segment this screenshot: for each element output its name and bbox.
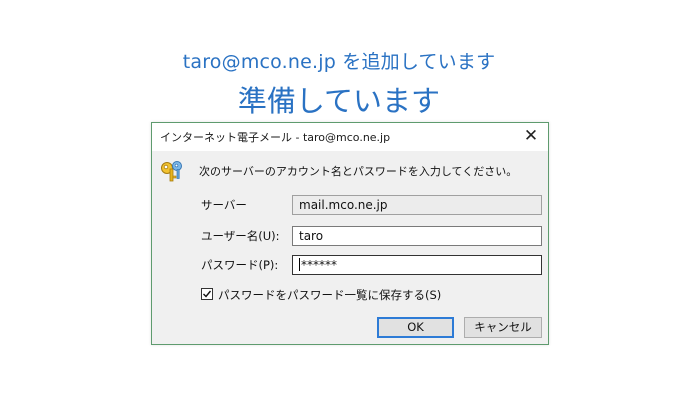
setup-screen: taro@mco.ne.jp を追加しています 準備しています インターネット電… xyxy=(0,0,678,401)
cancel-button[interactable]: キャンセル xyxy=(464,317,542,338)
instruction-text: 次のサーバーのアカウント名とパスワードを入力してください。 xyxy=(199,165,518,178)
password-field[interactable]: ****** xyxy=(292,255,542,275)
password-label: パスワード(P): xyxy=(201,258,279,272)
key-icon xyxy=(160,159,184,183)
server-field: mail.mco.ne.jp xyxy=(292,195,542,215)
password-value: ****** xyxy=(301,258,337,272)
adding-account-message: taro@mco.ne.jp を追加しています xyxy=(182,51,496,73)
checkmark-icon xyxy=(203,290,212,298)
username-label: ユーザー名(U): xyxy=(201,229,280,243)
credentials-dialog: インターネット電子メール - taro@mco.ne.jp ✕ 次のサーバーのア… xyxy=(151,122,549,345)
close-button[interactable]: ✕ xyxy=(520,125,542,147)
save-password-checkbox[interactable] xyxy=(201,288,213,300)
preparing-message: 準備しています xyxy=(237,84,441,118)
dialog-titlebar[interactable]: インターネット電子メール - taro@mco.ne.jp ✕ xyxy=(152,123,548,151)
username-field[interactable]: taro xyxy=(292,226,542,246)
save-password-label: パスワードをパスワード一覧に保存する(S) xyxy=(218,288,442,302)
server-label: サーバー xyxy=(201,198,247,212)
text-caret xyxy=(299,258,300,271)
ok-button[interactable]: OK xyxy=(377,317,454,338)
dialog-title: インターネット電子メール - taro@mco.ne.jp xyxy=(160,131,391,144)
